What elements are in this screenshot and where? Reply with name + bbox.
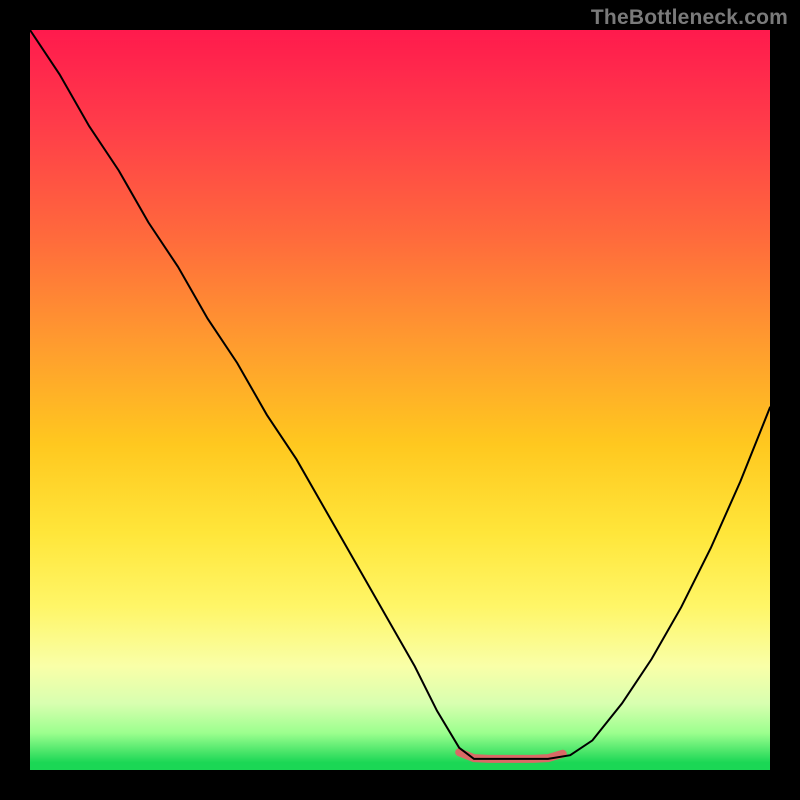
curve-layer: [30, 30, 770, 770]
chart-stage: TheBottleneck.com: [0, 0, 800, 800]
plot-area: [30, 30, 770, 770]
watermark-label: TheBottleneck.com: [591, 6, 788, 30]
main-curve: [30, 30, 770, 759]
